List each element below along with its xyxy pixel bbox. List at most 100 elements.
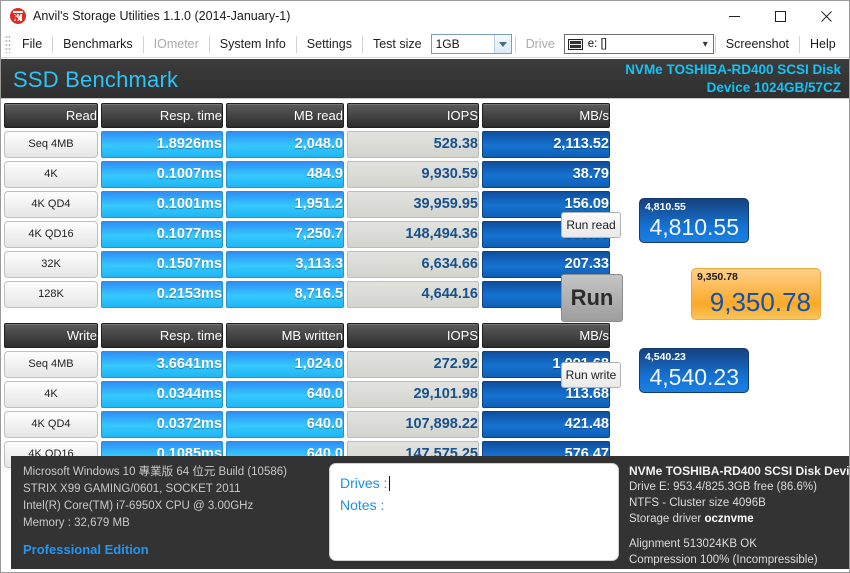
read-row-label: 4K QD4: [4, 191, 98, 218]
application-window: Anvil's Storage Utilities 1.1.0 (2014-Ja…: [0, 0, 850, 573]
system-cpu: Intel(R) Core(TM) i7-6950X CPU @ 3.00GHz: [23, 498, 323, 515]
minimize-button[interactable]: [711, 1, 757, 31]
storage-driver-value: ocznvme: [704, 513, 753, 525]
write-row-mb: 1,024.0: [226, 351, 344, 378]
drive-info-capacity: Drive E: 953.4/825.3GB free (86.6%): [629, 479, 850, 495]
read-score-box: 4,810.55 4,810.55: [639, 198, 749, 243]
write-row-label: Seq 4MB: [4, 351, 98, 378]
write-row-resp: 0.0372ms: [101, 411, 223, 438]
run-write-button[interactable]: Run write: [561, 362, 621, 388]
table-row: 4K QD16 0.1077ms 7,250.7 148,494.36 580.…: [4, 221, 610, 248]
read-row-iops: 39,959.95: [347, 191, 479, 218]
read-row-mb: 8,716.5: [226, 281, 344, 308]
test-size-combobox[interactable]: 1GB: [431, 34, 512, 54]
drive-combobox[interactable]: e: [] ▾: [564, 34, 714, 54]
drives-label: Drives :: [340, 475, 387, 491]
menu-divider: [209, 36, 210, 53]
menu-item-file[interactable]: File: [13, 34, 51, 54]
banner-device-line2: Device 1024GB/57CZ: [421, 79, 841, 97]
chevron-down-icon[interactable]: ▾: [703, 39, 710, 50]
write-header-write: Write: [4, 323, 98, 348]
read-row-resp: 0.1507ms: [101, 251, 223, 278]
system-memory: Memory : 32,679 MB: [23, 515, 323, 532]
menu-divider: [362, 36, 363, 53]
table-row: Seq 4MB 3.6641ms 1,024.0 272.92 1,091.68: [4, 351, 610, 378]
banner-device-line1: NVMe TOSHIBA-RD400 SCSI Disk: [421, 61, 841, 79]
read-row-resp: 0.1077ms: [101, 221, 223, 248]
storage-driver-label: Storage driver: [629, 513, 701, 525]
system-motherboard: STRIX X99 GAMING/0601, SOCKET 2011: [23, 481, 323, 498]
notes-label: Notes :: [340, 497, 384, 513]
write-row-mb: 640.0: [226, 381, 344, 408]
read-row-resp: 0.1001ms: [101, 191, 223, 218]
menu-divider: [143, 36, 144, 53]
drive-info-device: NVMe TOSHIBA-RD400 SCSI Disk Device: [629, 463, 850, 479]
table-row: 32K 0.1507ms 3,113.3 6,634.66 207.33: [4, 251, 610, 278]
chevron-down-icon[interactable]: [494, 35, 511, 53]
read-row-resp: 0.1007ms: [101, 161, 223, 188]
menu-item-screenshot[interactable]: Screenshot: [717, 34, 798, 54]
notes-textbox[interactable]: Drives : Notes :: [329, 463, 619, 561]
write-row-resp: 3.6641ms: [101, 351, 223, 378]
system-os: Microsoft Windows 10 專業版 64 位元 Build (10…: [23, 464, 323, 481]
read-row-label: 32K: [4, 251, 98, 278]
read-row-mb: 3,113.3: [226, 251, 344, 278]
total-score-box: 9,350.78 9,350.78: [691, 268, 821, 320]
run-read-button[interactable]: Run read: [561, 212, 621, 238]
notes-label-line: Notes :: [330, 494, 618, 516]
write-row-label: 4K: [4, 381, 98, 408]
run-button[interactable]: Run: [561, 274, 623, 322]
read-row-label: 4K QD16: [4, 221, 98, 248]
close-button[interactable]: [803, 1, 849, 31]
read-score-value: 4,810.55: [649, 214, 739, 240]
title-bar: Anvil's Storage Utilities 1.1.0 (2014-Ja…: [1, 1, 849, 31]
menu-item-help[interactable]: Help: [801, 34, 845, 54]
write-score-small: 4,540.23: [645, 351, 686, 363]
table-row: 4K QD4 0.1001ms 1,951.2 39,959.95 156.09: [4, 191, 610, 218]
write-row-iops: 272.92: [347, 351, 479, 378]
write-header-iops: IOPS: [347, 323, 479, 348]
read-score-small: 4,810.55: [645, 201, 686, 213]
menu-divider: [52, 36, 53, 53]
menu-divider: [296, 36, 297, 53]
read-row-iops: 9,930.59: [347, 161, 479, 188]
footer-panel: Microsoft Windows 10 專業版 64 位元 Build (10…: [11, 456, 849, 569]
drive-info-filesystem: NTFS - Cluster size 4096B: [629, 495, 850, 511]
write-row-resp: 0.0344ms: [101, 381, 223, 408]
table-row: 128K 0.2153ms 8,716.5 4,644.16 580.52: [4, 281, 610, 308]
read-table-header-row: Read Resp. time MB read IOPS MB/s: [4, 103, 610, 128]
menu-divider: [715, 36, 716, 53]
test-size-value: 1GB: [432, 35, 494, 53]
system-info-panel: Microsoft Windows 10 專業版 64 位元 Build (10…: [23, 464, 323, 558]
write-row-mb: 640.0: [226, 411, 344, 438]
write-header-mb-written: MB written: [226, 323, 344, 348]
window-controls: [711, 1, 849, 31]
menu-divider: [799, 36, 800, 53]
menu-item-iometer: IOmeter: [145, 34, 208, 54]
read-row-mb: 1,951.2: [226, 191, 344, 218]
menu-bar: File Benchmarks IOmeter System Info Sett…: [1, 31, 849, 58]
drive-value: e: []: [588, 38, 703, 50]
run-controls-panel: Run read Run Run write 4,810.55 4,810.55…: [559, 100, 849, 430]
read-header-iops: IOPS: [347, 103, 479, 128]
menu-item-system-info[interactable]: System Info: [211, 34, 295, 54]
drive-label: Drive: [517, 34, 564, 54]
maximize-button[interactable]: [757, 1, 803, 31]
write-row-iops: 107,898.22: [347, 411, 479, 438]
banner-device-name: NVMe TOSHIBA-RD400 SCSI Disk Device 1024…: [421, 61, 841, 97]
table-row: 4K QD4 0.0372ms 640.0 107,898.22 421.48: [4, 411, 610, 438]
drives-label-line: Drives :: [330, 464, 618, 494]
text-caret: [389, 476, 390, 491]
read-row-mb: 2,048.0: [226, 131, 344, 158]
read-row-iops: 4,644.16: [347, 281, 479, 308]
write-row-iops: 29,101.98: [347, 381, 479, 408]
menu-item-benchmarks[interactable]: Benchmarks: [54, 34, 141, 54]
total-score-value: 9,350.78: [710, 287, 811, 317]
toolbar-grip-icon[interactable]: [4, 35, 11, 53]
write-score-value: 4,540.23: [649, 364, 739, 390]
benchmark-banner: SSD Benchmark NVMe TOSHIBA-RD400 SCSI Di…: [1, 59, 849, 99]
read-row-resp: 0.2153ms: [101, 281, 223, 308]
menu-item-settings[interactable]: Settings: [298, 34, 361, 54]
read-row-label: Seq 4MB: [4, 131, 98, 158]
read-row-iops: 148,494.36: [347, 221, 479, 248]
